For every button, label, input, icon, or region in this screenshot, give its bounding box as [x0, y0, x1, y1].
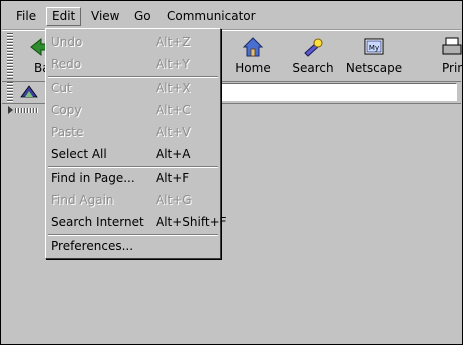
select-all-label: Select All [51, 147, 107, 161]
search-internet-shortcut: Alt+Shift+F [156, 215, 227, 229]
personal-toolbar-grip[interactable] [15, 108, 39, 113]
undo-shortcut: Alt+Z [156, 35, 191, 49]
menu-view[interactable]: View [86, 7, 124, 26]
home-button[interactable]: Home [223, 35, 283, 79]
netscape-label: Netscape [345, 61, 403, 75]
menu-bar: File Edit View Go Communicator [2, 2, 461, 30]
menu-item-select-all[interactable]: Select All Alt+A [47, 143, 219, 165]
find-again-shortcut: Alt+G [156, 193, 192, 207]
location-toolbar-grip[interactable] [7, 82, 13, 102]
menu-item-paste[interactable]: Paste Alt+V [47, 121, 219, 143]
menu-file[interactable]: File [11, 7, 41, 26]
menu-item-copy[interactable]: Copy Alt+C [47, 99, 219, 121]
svg-text:My: My [369, 44, 379, 52]
find-in-page-shortcut: Alt+F [156, 171, 190, 185]
select-all-shortcut: Alt+A [156, 147, 191, 161]
menu-item-redo[interactable]: Redo Alt+Y [47, 53, 219, 75]
menu-item-preferences[interactable]: Preferences... [47, 235, 219, 257]
home-icon [241, 35, 265, 59]
menu-communicator[interactable]: Communicator [162, 7, 261, 26]
menu-item-find-in-page[interactable]: Find in Page... Alt+F [47, 167, 219, 189]
home-label: Home [235, 61, 271, 75]
toolbar-grip[interactable] [7, 33, 13, 79]
find-in-page-label: Find in Page... [51, 171, 135, 185]
edit-dropdown-menu: Undo Alt+Z Redo Alt+Y Cut Alt+X Copy Alt… [45, 28, 227, 259]
cut-shortcut: Alt+X [156, 81, 191, 95]
redo-label: Redo [51, 57, 82, 71]
search-button[interactable]: Search [283, 35, 343, 79]
preferences-label: Preferences... [51, 239, 134, 253]
menu-item-find-again[interactable]: Find Again Alt+G [47, 189, 219, 211]
expand-toolbar-arrow-icon[interactable] [8, 106, 13, 114]
menu-item-undo[interactable]: Undo Alt+Z [47, 31, 219, 53]
menu-item-cut[interactable]: Cut Alt+X [47, 77, 219, 99]
undo-label: Undo [51, 35, 83, 49]
search-internet-label: Search Internet [51, 215, 144, 229]
menu-item-search-internet[interactable]: Search Internet Alt+Shift+F [47, 211, 227, 233]
printer-icon [440, 35, 462, 59]
netscape-my-icon: My [362, 35, 386, 59]
redo-shortcut: Alt+Y [156, 57, 190, 71]
browser-window: File Edit View Go Communicator Ba Home S… [0, 0, 463, 345]
paste-shortcut: Alt+V [156, 125, 191, 139]
menu-go[interactable]: Go [129, 7, 156, 26]
search-flashlight-icon [301, 35, 325, 59]
menu-edit[interactable]: Edit [46, 7, 82, 26]
cut-label: Cut [51, 81, 72, 95]
copy-label: Copy [51, 103, 82, 117]
location-input[interactable] [221, 83, 457, 101]
copy-shortcut: Alt+C [156, 103, 191, 117]
search-label: Search [292, 61, 334, 75]
print-button[interactable]: Prin [430, 35, 462, 79]
bookmarks-icon[interactable] [19, 83, 39, 101]
print-label: Prin [442, 61, 462, 75]
netscape-button[interactable]: My Netscape [344, 35, 404, 79]
paste-label: Paste [51, 125, 84, 139]
find-again-label: Find Again [51, 193, 114, 207]
